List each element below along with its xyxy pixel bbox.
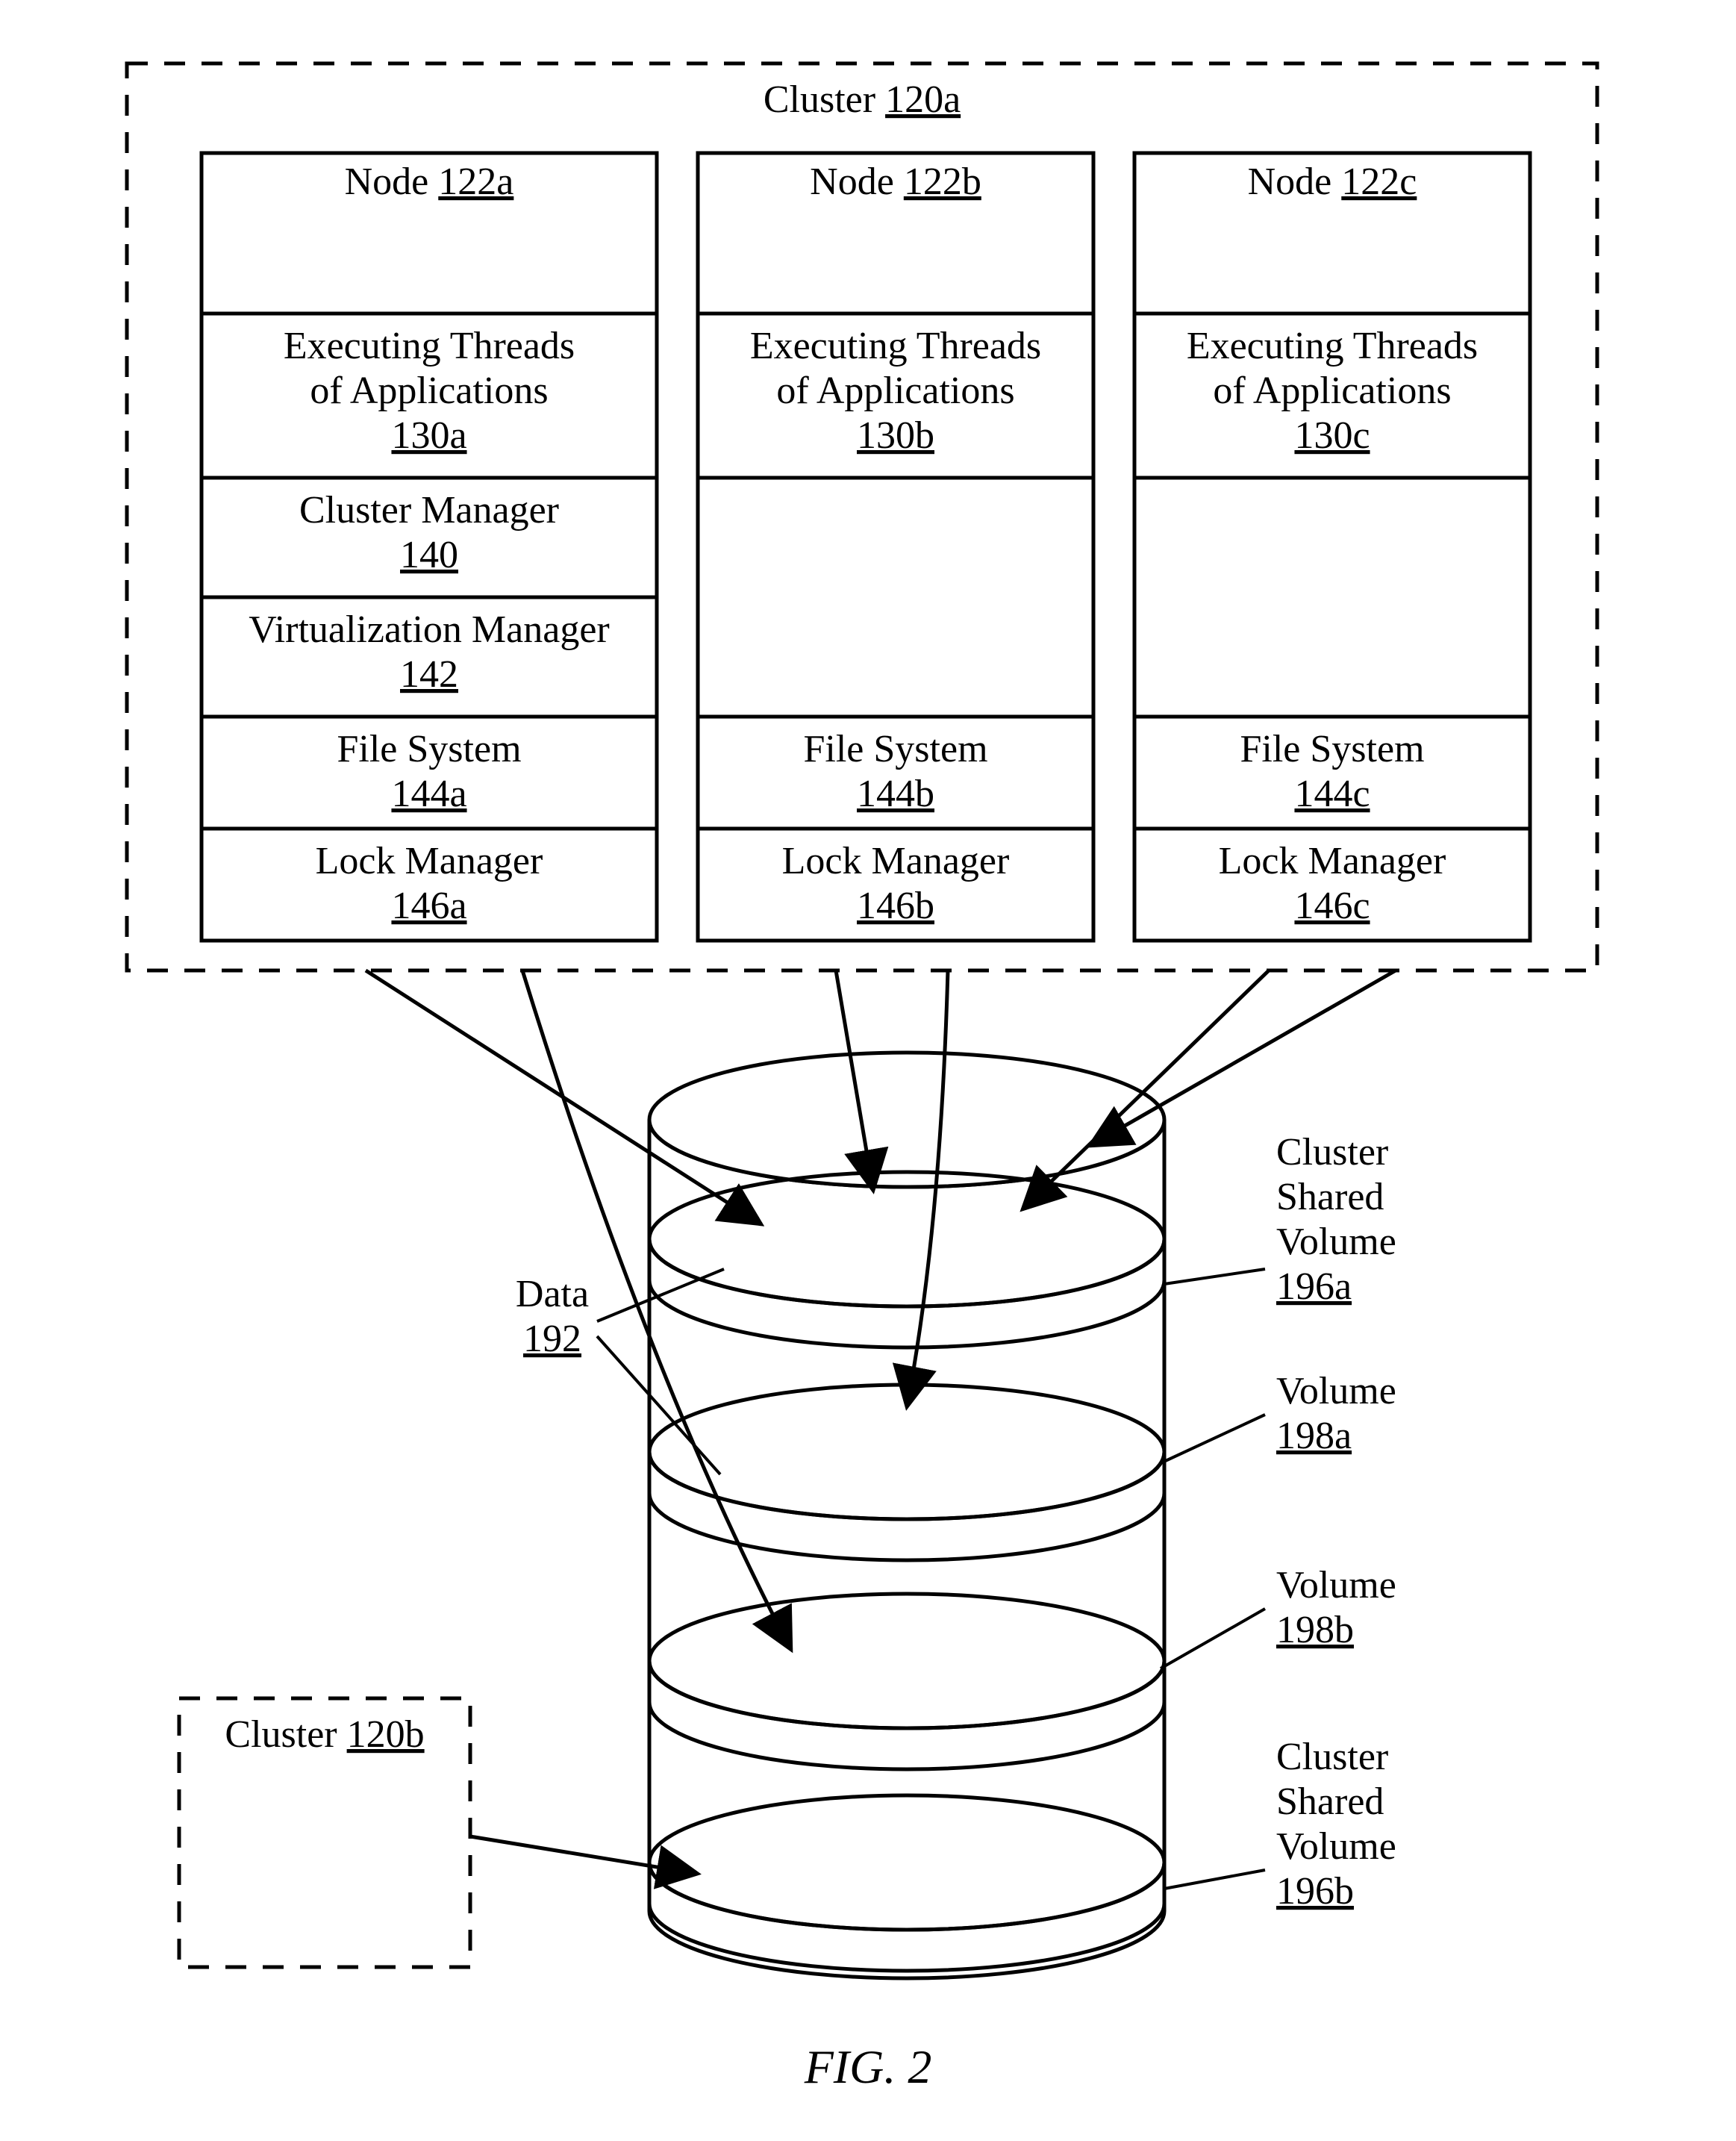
svg-text:File System: File System <box>1240 728 1424 770</box>
svg-text:196a: 196a <box>1276 1265 1352 1308</box>
svg-text:Node 122a: Node 122a <box>345 161 514 203</box>
csv-b-label: Cluster Shared Volume 196b <box>1164 1736 1396 1913</box>
svg-text:146a: 146a <box>391 885 466 927</box>
svg-text:Cluster: Cluster <box>1276 1131 1388 1174</box>
svg-text:Volume: Volume <box>1276 1221 1396 1263</box>
svg-text:of Applications: of Applications <box>1213 370 1451 412</box>
svg-text:File System: File System <box>803 728 987 770</box>
svg-text:144c: 144c <box>1294 773 1370 815</box>
svg-text:130b: 130b <box>857 414 934 457</box>
svg-text:Volume: Volume <box>1276 1825 1396 1868</box>
svg-text:File System: File System <box>337 728 521 770</box>
svg-text:198b: 198b <box>1276 1609 1354 1651</box>
svg-text:Executing Threads: Executing Threads <box>750 325 1041 367</box>
svg-text:Lock Manager: Lock Manager <box>316 840 543 882</box>
vol-b-label: Volume 198b <box>1161 1564 1396 1668</box>
svg-text:198a: 198a <box>1276 1415 1352 1457</box>
svg-text:Node 122b: Node 122b <box>810 161 981 203</box>
vol-a-label: Volume 198a <box>1161 1370 1396 1463</box>
csv-a-label: Cluster Shared Volume 196a <box>1164 1131 1396 1308</box>
svg-text:196b: 196b <box>1276 1870 1354 1913</box>
cluster-a-label: Cluster 120a <box>764 78 961 121</box>
svg-text:144b: 144b <box>857 773 934 815</box>
svg-text:142: 142 <box>400 653 458 696</box>
svg-text:Lock Manager: Lock Manager <box>782 840 1010 882</box>
svg-text:Node 122c: Node 122c <box>1248 161 1417 203</box>
svg-text:Cluster: Cluster <box>1276 1736 1388 1778</box>
svg-text:144a: 144a <box>391 773 466 815</box>
svg-text:146b: 146b <box>857 885 934 927</box>
svg-text:Shared: Shared <box>1276 1780 1384 1823</box>
svg-text:Executing Threads: Executing Threads <box>284 325 575 367</box>
svg-text:Cluster Manager: Cluster Manager <box>299 489 559 532</box>
node-c: Node 122c Executing Threads of Applicati… <box>1134 153 1530 941</box>
data-label: Data <box>516 1273 589 1315</box>
svg-text:Volume: Volume <box>1276 1370 1396 1412</box>
svg-text:130a: 130a <box>391 414 466 457</box>
svg-text:130c: 130c <box>1294 414 1370 457</box>
svg-text:of Applications: of Applications <box>776 370 1014 412</box>
data-ref: 192 <box>523 1318 581 1360</box>
svg-text:Lock Manager: Lock Manager <box>1219 840 1446 882</box>
svg-text:Executing Threads: Executing Threads <box>1187 325 1478 367</box>
node-a: Node 122a Executing Threads of Applicati… <box>202 153 657 941</box>
svg-text:Shared: Shared <box>1276 1176 1384 1218</box>
cluster-b-label: Cluster 120b <box>225 1713 424 1756</box>
svg-text:146c: 146c <box>1294 885 1370 927</box>
svg-text:Virtualization Manager: Virtualization Manager <box>249 608 609 651</box>
figure-label: FIG. 2 <box>804 2040 932 2093</box>
svg-text:140: 140 <box>400 534 458 576</box>
node-b: Node 122b Executing Threads of Applicati… <box>698 153 1093 941</box>
svg-text:Volume: Volume <box>1276 1564 1396 1606</box>
svg-text:of Applications: of Applications <box>310 370 548 412</box>
